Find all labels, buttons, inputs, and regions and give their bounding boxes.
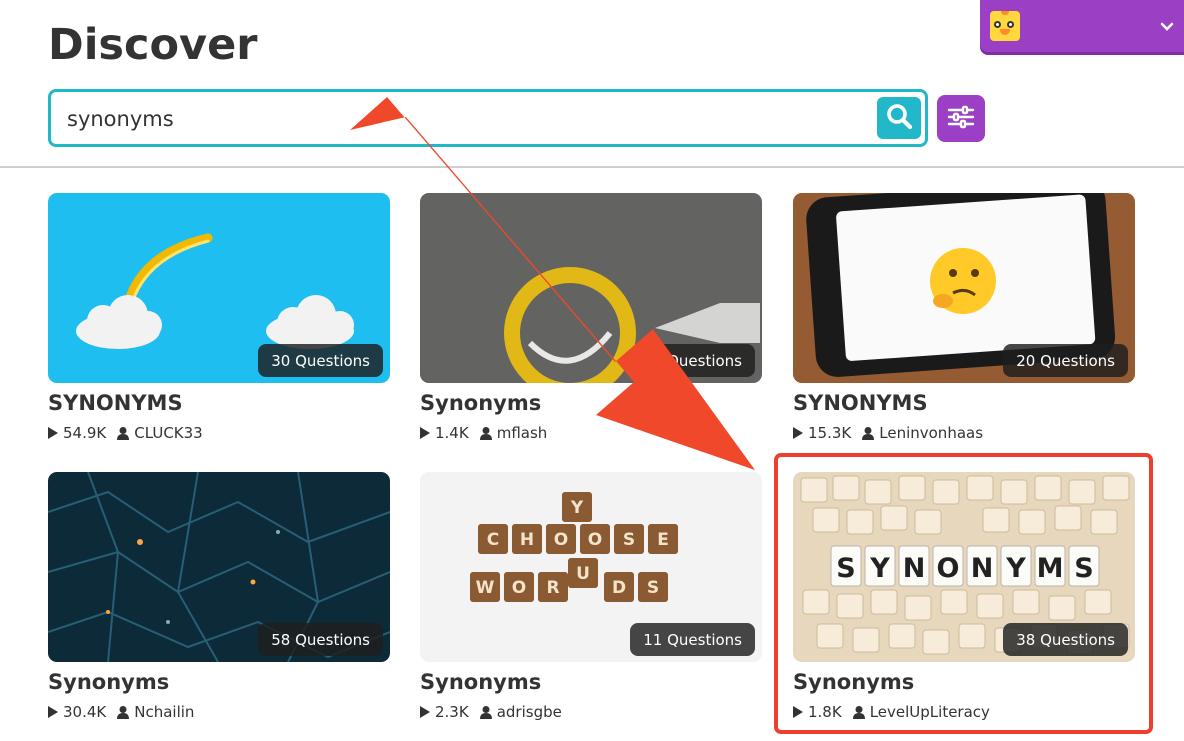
author-name[interactable]: LevelUpLiteracy	[870, 703, 990, 721]
svg-text:C: C	[487, 530, 499, 550]
play-icon	[793, 706, 803, 718]
quiz-card[interactable]: C H O O S E Y U W O R D S 11 Questions S…	[420, 472, 762, 722]
svg-text:O: O	[554, 530, 568, 550]
svg-text:N: N	[903, 553, 926, 584]
quiz-meta: 1.4K mflash	[420, 423, 762, 443]
play-count: 54.9K	[63, 424, 107, 442]
quiz-card[interactable]: 30 Questions SYNONYMS 54.9K CLUCK33	[48, 193, 390, 443]
play-icon	[793, 427, 803, 439]
page-title: Discover	[48, 20, 258, 70]
quiz-meta: 1.8K LevelUpLiteracy	[793, 702, 1135, 722]
account-menu-button[interactable]	[980, 0, 1184, 52]
quiz-title: Synonyms	[48, 670, 170, 694]
quiz-meta: 15.3K Leninvonhaas	[793, 423, 1135, 443]
quiz-card[interactable]: 58 Questions Synonyms 30.4K Nchailin	[48, 472, 390, 722]
quiz-title: SYNONYMS	[48, 391, 183, 415]
svg-text:U: U	[576, 564, 590, 584]
play-count: 15.3K	[808, 424, 852, 442]
svg-text:R: R	[546, 578, 559, 598]
quiz-thumbnail: 58 Questions	[48, 472, 390, 662]
author-name[interactable]: adrisgbe	[497, 703, 562, 721]
play-count: 1.4K	[435, 424, 469, 442]
quiz-card[interactable]: ... Questions Synonyms 1.4K mflash	[420, 193, 762, 443]
question-count-badge: 20 Questions	[1003, 344, 1128, 377]
user-icon	[117, 705, 130, 719]
svg-text:W: W	[476, 578, 495, 598]
quiz-thumbnail: 30 Questions	[48, 193, 390, 383]
svg-text:D: D	[612, 578, 626, 598]
search-bar	[48, 89, 928, 147]
user-icon	[862, 426, 875, 440]
quiz-title: Synonyms	[793, 670, 915, 694]
author-name[interactable]: Nchailin	[134, 703, 194, 721]
question-count-badge: 58 Questions	[258, 623, 383, 656]
play-count: 30.4K	[63, 703, 107, 721]
svg-text:Y: Y	[1005, 553, 1026, 584]
quiz-title: SYNONYMS	[793, 391, 928, 415]
author-name[interactable]: mflash	[497, 424, 548, 442]
svg-text:O: O	[588, 530, 602, 550]
avatar	[990, 11, 1020, 41]
play-count: 2.3K	[435, 703, 469, 721]
question-count-badge: 11 Questions	[630, 623, 755, 656]
svg-text:H: H	[520, 530, 534, 550]
svg-text:S: S	[836, 553, 855, 584]
quiz-thumbnail: SYNONYMS 38 Questions	[793, 472, 1135, 662]
search-button[interactable]	[877, 97, 921, 139]
question-count-badge: ... Questions	[635, 344, 755, 377]
play-count: 1.8K	[808, 703, 842, 721]
svg-text:O: O	[512, 578, 526, 598]
author-name[interactable]: CLUCK33	[134, 424, 202, 442]
play-icon	[48, 706, 58, 718]
quiz-title: Synonyms	[420, 391, 542, 415]
user-icon	[479, 426, 492, 440]
svg-text:S: S	[1074, 553, 1093, 584]
play-icon	[420, 706, 430, 718]
svg-text:Y: Y	[869, 553, 890, 584]
quiz-card[interactable]: 20 Questions SYNONYMS 15.3K Leninvonhaas	[793, 193, 1135, 443]
svg-text:M: M	[1037, 553, 1064, 584]
quiz-title: Synonyms	[420, 670, 542, 694]
quiz-meta: 2.3K adrisgbe	[420, 702, 762, 722]
user-icon	[117, 426, 130, 440]
author-name[interactable]: Leninvonhaas	[879, 424, 983, 442]
svg-text:O: O	[937, 553, 960, 584]
quiz-meta: 54.9K CLUCK33	[48, 423, 390, 443]
search-icon	[885, 102, 913, 134]
play-icon	[420, 427, 430, 439]
svg-text:S: S	[647, 578, 659, 598]
chevron-down-icon	[1160, 17, 1174, 36]
quiz-card[interactable]: SYNONYMS 38 Questions Synonyms 1.8K Leve…	[793, 472, 1135, 722]
divider	[0, 166, 1184, 168]
quiz-thumbnail: C H O O S E Y U W O R D S 11 Questions	[420, 472, 762, 662]
svg-text:N: N	[971, 553, 994, 584]
play-icon	[48, 427, 58, 439]
user-icon	[852, 705, 865, 719]
question-count-badge: 38 Questions	[1003, 623, 1128, 656]
quiz-thumbnail: ... Questions	[420, 193, 762, 383]
quiz-thumbnail: 20 Questions	[793, 193, 1135, 383]
sliders-icon	[947, 105, 975, 133]
question-count-badge: 30 Questions	[258, 344, 383, 377]
search-input[interactable]	[67, 101, 857, 137]
svg-text:S: S	[623, 530, 635, 550]
svg-text:Y: Y	[570, 498, 584, 518]
filter-button[interactable]	[937, 95, 985, 142]
svg-text:E: E	[657, 530, 669, 550]
quiz-meta: 30.4K Nchailin	[48, 702, 390, 722]
user-icon	[479, 705, 492, 719]
